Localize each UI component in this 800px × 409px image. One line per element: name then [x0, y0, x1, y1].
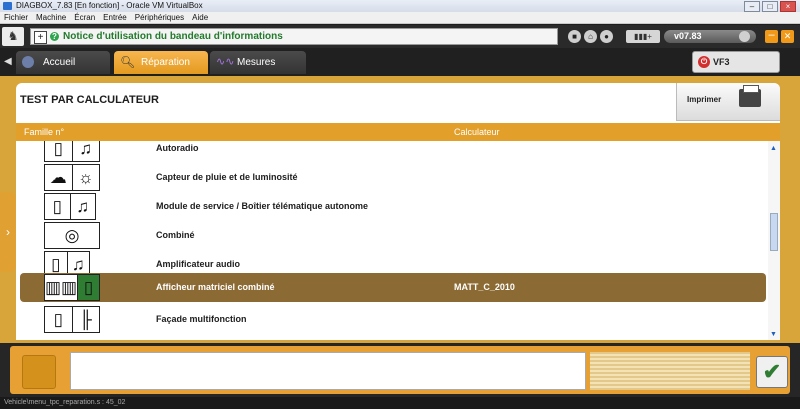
status-path: Vehicle\menu_tpc_reparation.s : 45_02: [4, 399, 126, 406]
table-row[interactable]: ◎ Combiné: [16, 221, 768, 250]
menu-machine[interactable]: Machine: [36, 12, 66, 23]
tab-mesures-label: Mesures: [237, 57, 276, 68]
home-tab-icon: [22, 56, 34, 68]
app-icon: [3, 2, 12, 10]
menu-ecran[interactable]: Écran: [74, 12, 95, 23]
side-expand-handle[interactable]: ›: [0, 192, 16, 272]
vehicle-label: VF3: [713, 57, 730, 67]
message-area: [70, 352, 586, 390]
info-toolbar: ♞ + ? Notice d'utilisation du bandeau d'…: [0, 25, 800, 48]
battery-icon: ▮▮▮+: [626, 30, 660, 43]
row-name: Combiné: [156, 230, 195, 240]
info-message: Notice d'utilisation du bandeau d'inform…: [63, 31, 283, 42]
print-label: Imprimer: [687, 95, 722, 104]
bottom-bar: ✔: [0, 343, 800, 397]
matrix-display-icon: ▥▥ ▯: [44, 274, 100, 301]
menu-entree[interactable]: Entrée: [103, 12, 127, 23]
minimize-icon[interactable]: –: [744, 1, 760, 12]
toolbar-icons: ■ ⌂ ●: [568, 30, 613, 43]
scrollbar-thumb[interactable]: [770, 213, 778, 251]
info-status-icon: ?: [50, 32, 59, 41]
status-bar: Vehicle\menu_tpc_reparation.s : 45_02: [0, 397, 800, 409]
checkmark-icon: ✔: [762, 359, 782, 384]
close-icon[interactable]: ×: [780, 1, 796, 12]
validate-button[interactable]: ✔: [756, 356, 788, 388]
row-name: Façade multifonction: [156, 314, 247, 324]
progress-stripes: [590, 352, 750, 390]
scroll-down-icon[interactable]: ▼: [770, 331, 777, 338]
instrument-cluster-icon: ◎: [44, 222, 100, 249]
list-scrollbar[interactable]: ▲ ▼: [768, 141, 780, 340]
slider-knob-icon[interactable]: [739, 31, 750, 42]
vehicle-badge[interactable]: ⏻ VF3: [692, 51, 780, 73]
maximize-icon[interactable]: □: [762, 1, 778, 12]
plus-icon[interactable]: +: [34, 31, 47, 44]
table-row[interactable]: ☁ ☼ Capteur de pluie et de luminosité: [16, 163, 768, 192]
row-name: Module de service / Boîtier télématique …: [156, 201, 369, 211]
column-header-calculator: Calculateur: [454, 127, 500, 137]
table-row-selected[interactable]: ▥▥ ▯ Afficheur matriciel combiné MATT_C_2…: [20, 273, 766, 302]
row-name: Capteur de pluie et de luminosité: [156, 172, 298, 182]
row-name: Afficheur matriciel combiné: [156, 282, 275, 292]
menu-aide[interactable]: Aide: [192, 12, 208, 23]
telematics-module-icon: ▯ ♫: [44, 193, 96, 220]
page-title: TEST PAR CALCULATEUR: [20, 94, 159, 106]
stop-icon[interactable]: ■: [568, 30, 581, 43]
tab-accueil[interactable]: Accueil: [16, 51, 110, 74]
row-calculator: MATT_C_2010: [454, 282, 515, 292]
calculator-panel: TEST PAR CALCULATEUR Imprimer Famille n°…: [16, 83, 780, 340]
tabs-bar: ◀ Accueil 🔍︎ Réparation ∿∿ Mesures ⏻ VF3: [0, 48, 800, 76]
calculator-list: ▯ ♫ Autoradio ☁ ☼ Capteur de pluie et de l…: [16, 141, 768, 340]
version-label: v07.83: [674, 31, 702, 41]
table-header: Famille n° Calculateur: [16, 123, 780, 141]
window-controls: – □ ×: [744, 1, 796, 12]
rain-light-sensor-icon: ☁ ☼: [44, 164, 100, 191]
table-row[interactable]: ▯ ♫ Autoradio: [16, 141, 768, 163]
close-app-button[interactable]: ✕: [781, 30, 794, 43]
tab-accueil-label: Accueil: [43, 57, 76, 68]
home-icon[interactable]: ⌂: [584, 30, 597, 43]
row-name: Autoradio: [156, 143, 199, 153]
table-row[interactable]: ▯ ♫ Module de service / Boîtier télématiq…: [16, 192, 768, 221]
column-header-family: Famille n°: [24, 127, 65, 137]
magnifier-icon: 🔍︎: [120, 55, 136, 69]
tab-reparation-label: Réparation: [141, 57, 190, 68]
bottom-left-button[interactable]: [22, 355, 56, 389]
power-icon: ⏻: [698, 56, 710, 68]
menu-fichier[interactable]: Fichier: [4, 12, 28, 23]
table-row[interactable]: ▯ ╟ Façade multifonction: [16, 305, 768, 334]
scroll-up-icon[interactable]: ▲: [770, 145, 777, 152]
menubar: Fichier Machine Écran Entrée Périphériqu…: [0, 12, 800, 24]
back-arrow-icon[interactable]: ◀: [4, 56, 12, 67]
version-slider[interactable]: v07.83: [664, 30, 756, 43]
user-icon[interactable]: ●: [600, 30, 613, 43]
multifunction-panel-icon: ▯ ╟: [44, 306, 100, 333]
waveform-icon: ∿∿: [216, 56, 235, 68]
print-button[interactable]: Imprimer: [676, 83, 780, 121]
window-title: DIAGBOX_7.83 [En fonction] - Oracle VM V…: [16, 1, 203, 10]
minimize-app-button[interactable]: –: [765, 30, 778, 43]
tab-mesures[interactable]: ∿∿ Mesures: [210, 51, 306, 74]
menu-peripheriques[interactable]: Périphériques: [135, 12, 184, 23]
lion-logo-icon: ♞: [2, 27, 24, 46]
info-banner[interactable]: + ? Notice d'utilisation du bandeau d'in…: [30, 28, 558, 45]
printer-icon: [739, 85, 761, 107]
radio-family-icon: ▯ ♫: [44, 141, 100, 162]
bottom-panel: ✔: [10, 346, 790, 394]
tab-reparation[interactable]: 🔍︎ Réparation: [114, 51, 208, 74]
